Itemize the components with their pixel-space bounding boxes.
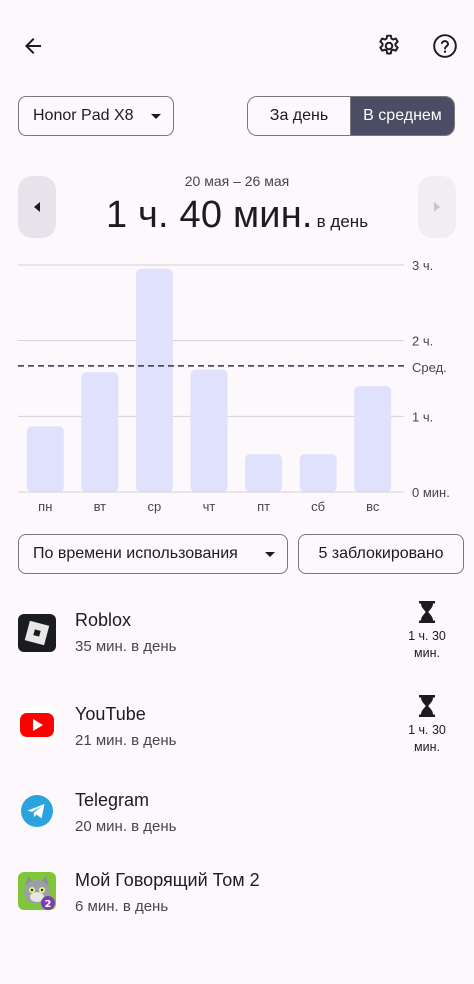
bar [81,372,119,492]
arrow-back-icon [25,38,41,54]
per-day-label: в день [316,212,369,231]
x-tick-label: вс [366,499,380,514]
app-item-telegram[interactable]: Telegram 20 мин. в день [0,778,474,848]
bar [26,426,64,492]
usage-chart: 0 мин. 1 ч. 2 ч. 3 ч. пн вт ср чт пт сб вс Сред. [18,258,450,514]
x-tick-label: пт [257,499,270,514]
sort-dropdown-value: По времени использования [33,545,238,562]
date-range: 20 мая – 26 мая [184,173,290,189]
device-dropdown[interactable]: Honor Pad X8 [18,96,174,136]
app-item-youtube[interactable]: YouTube 21 мин. в день 1 ч. 30 мин. [0,692,474,762]
app-usage: 20 мин. в день [75,818,177,835]
app-name: Мой Говорящий Том 2 [75,870,260,890]
total-usage-value: 1 ч. 40 мин. [105,194,313,236]
blocked-apps-button[interactable]: 5 заблокировано [298,534,464,574]
tab-day[interactable]: За день [248,97,350,135]
app-usage: 21 мин. в день [75,732,177,749]
youtube-icon [18,706,56,744]
x-tick-label: чт [203,499,216,514]
help-circle-icon [433,34,457,58]
app-name: Roblox [75,610,132,630]
telegram-icon [18,792,56,830]
back-button[interactable] [13,26,53,66]
talking-tom-2-icon: 2 [18,872,56,910]
app-limit[interactable]: 1 ч. 30 мин. [398,600,456,662]
app-limit-value: 1 ч. 30 мин. [408,629,446,660]
roblox-icon [18,614,56,652]
tab-average[interactable]: В среднем [350,97,454,135]
app-name: Telegram [75,790,150,810]
y-tick-label: 3 ч. [412,258,433,273]
svg-text:2: 2 [45,899,52,910]
hourglass-icon [419,601,435,623]
app-usage: 35 мин. в день [75,638,177,655]
bar [190,369,228,492]
y-tick-label: 1 ч. [412,409,433,424]
x-tick-label: вт [94,499,107,514]
dropdown-arrow-icon [265,552,275,557]
settings-button[interactable] [369,26,409,66]
average-label: Сред. [412,360,447,375]
x-tick-label: ср [148,499,162,514]
x-tick-label: сб [311,499,325,514]
device-dropdown-value: Honor Pad X8 [33,107,134,124]
app-limit[interactable]: 1 ч. 30 мин. [398,694,456,756]
bar [354,386,392,492]
app-item-roblox[interactable]: Roblox 35 мин. в день 1 ч. 30 мин. [0,598,474,668]
dropdown-arrow-icon [151,114,161,119]
bar [299,454,337,492]
hourglass-icon [419,695,435,717]
app-item-talking-tom-2[interactable]: 2 Мой Говорящий Том 2 6 мин. в день [0,858,474,928]
x-tick-label: пн [38,499,52,514]
help-button[interactable] [425,26,465,66]
view-toggle: За день В среднем [247,96,455,136]
y-tick-label: 0 мин. [412,485,450,500]
gear-icon [379,34,399,55]
app-limit-value: 1 ч. 30 мин. [408,723,446,754]
bar [135,268,173,492]
sort-dropdown[interactable]: По времени использования [18,534,288,574]
total-usage: 1 ч. 40 мин. в день [0,194,474,237]
app-usage: 6 мин. в день [75,898,169,915]
y-tick-label: 2 ч. [412,334,433,349]
app-name: YouTube [75,704,146,724]
bar [245,454,283,492]
